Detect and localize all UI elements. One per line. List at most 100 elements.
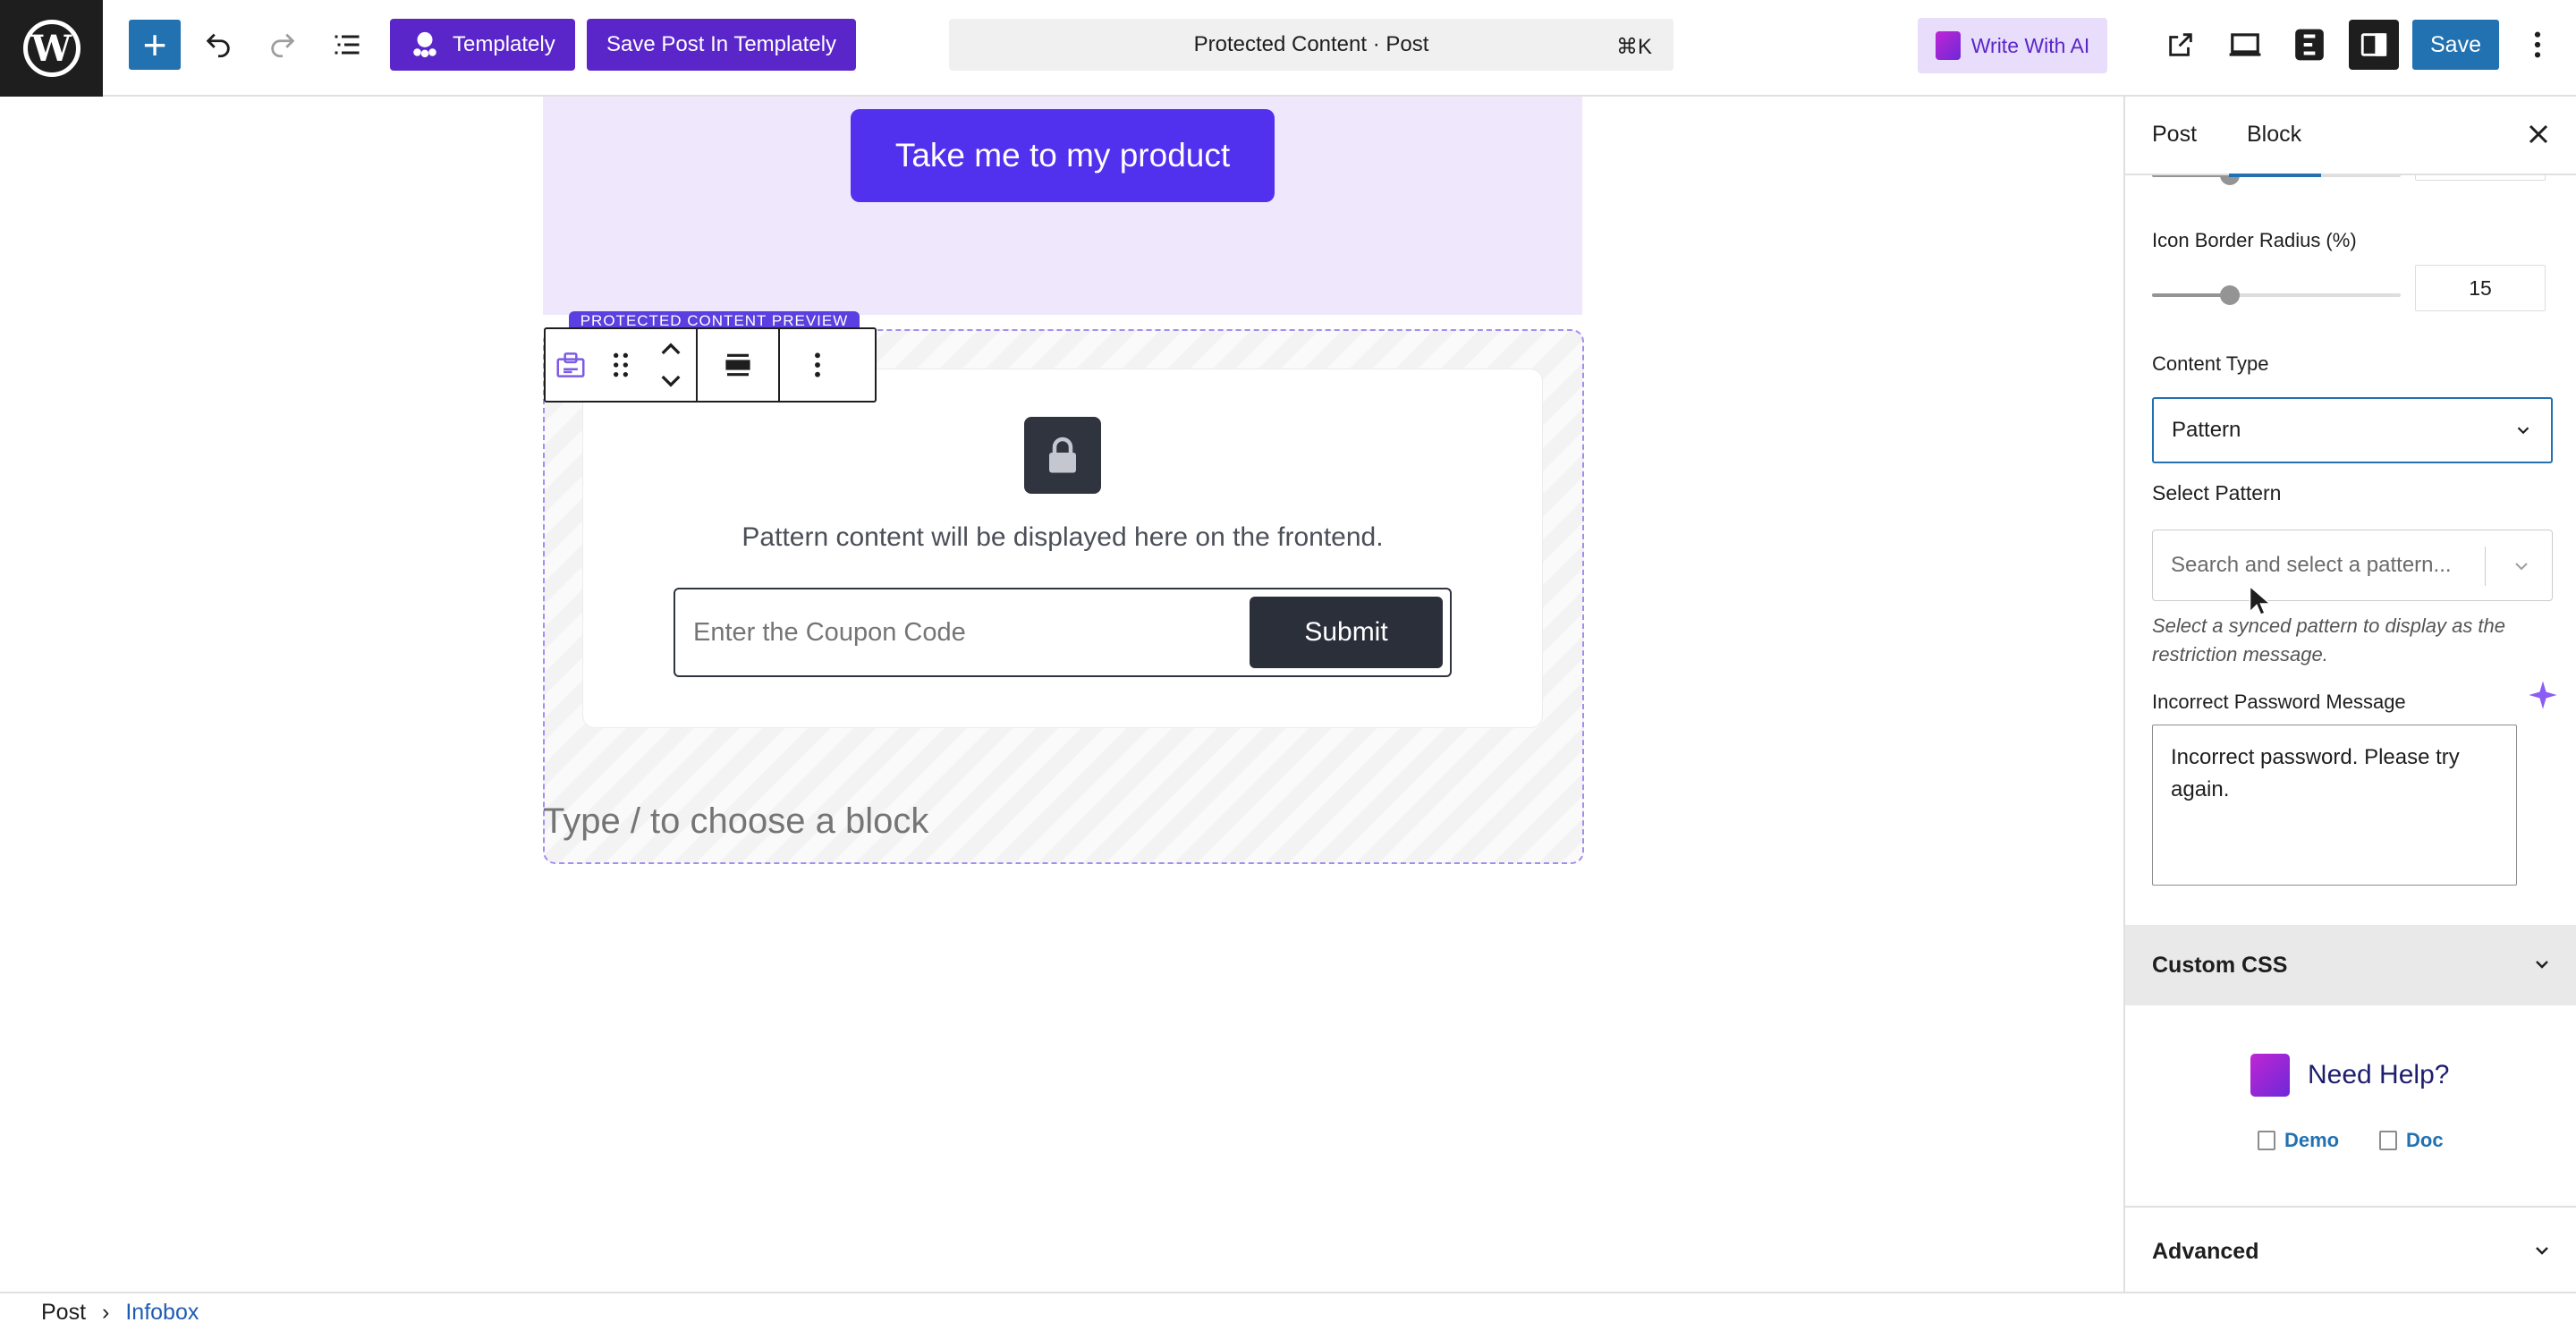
content-type-value: Pattern	[2172, 418, 2241, 442]
desktop-preview-icon	[2229, 33, 2261, 56]
save-button[interactable]: Save	[2412, 20, 2499, 70]
align-button[interactable]	[698, 329, 778, 401]
slider-fill	[2152, 293, 2229, 297]
editor-canvas[interactable]: Take me to my product PROTECTED CONTENT …	[0, 97, 2123, 1292]
close-sidebar-button[interactable]	[2522, 118, 2555, 150]
need-help-heading: Need Help?	[2250, 1054, 2449, 1097]
wordpress-logo[interactable]: W	[0, 0, 103, 97]
demo-link[interactable]: Demo	[2258, 1129, 2339, 1152]
need-help-section: Need Help? Demo Doc	[2125, 1054, 2576, 1179]
select-pattern-input[interactable]: Search and select a pattern...	[2152, 530, 2553, 601]
block-type-button[interactable]	[546, 329, 596, 401]
settings-sidebar: Post Block Icon Border Radius (%) 15 Con…	[2123, 97, 2576, 1292]
demo-label: Demo	[2284, 1129, 2340, 1151]
more-vertical-icon	[815, 352, 820, 377]
editor-top-toolbar: W + Templately Save Post In Templately P…	[0, 0, 2576, 97]
align-wide-icon	[725, 353, 750, 377]
incorrect-password-textarea[interactable]: Incorrect password. Please try again.	[2152, 725, 2517, 886]
breadcrumb-current[interactable]: Infobox	[125, 1300, 199, 1326]
list-view-icon	[335, 35, 360, 55]
templately-label: Templately	[453, 32, 555, 56]
advanced-panel-toggle[interactable]: Advanced	[2125, 1211, 2576, 1292]
tab-block[interactable]: Block	[2228, 122, 2322, 177]
incorrect-password-label: Incorrect Password Message	[2152, 691, 2406, 713]
write-with-ai-label: Write With AI	[1970, 33, 2090, 57]
select-pattern-placeholder: Search and select a pattern...	[2171, 553, 2452, 577]
doc-label: Doc	[2406, 1129, 2444, 1151]
sidebar-tabs: Post Block	[2125, 97, 2576, 177]
undo-icon	[206, 33, 230, 58]
product-cta-button[interactable]: Take me to my product	[851, 109, 1275, 202]
command-palette-bar[interactable]: Protected Content · Post ⌘K	[949, 19, 1674, 71]
block-options-button[interactable]	[780, 329, 855, 401]
coupon-submit-button[interactable]: Submit	[1250, 597, 1443, 668]
coupon-form: Enter the Coupon Code Submit	[674, 588, 1452, 677]
content-type-select[interactable]: Pattern	[2152, 397, 2553, 463]
lock-icon-box	[1024, 417, 1101, 494]
view-post-button[interactable]	[2156, 20, 2206, 70]
templately-button[interactable]: Templately	[390, 19, 575, 71]
chevron-down-icon	[2515, 563, 2528, 571]
essential-blocks-button[interactable]	[2284, 20, 2334, 70]
move-block-buttons[interactable]	[646, 329, 696, 401]
document-title: Protected Content · Post	[1193, 32, 1429, 56]
breadcrumb-separator: ›	[102, 1299, 110, 1325]
command-shortcut: ⌘K	[1615, 35, 1652, 59]
block-appender-placeholder[interactable]: Type / to choose a block	[543, 801, 928, 842]
drag-handle[interactable]	[596, 329, 646, 401]
sidebar-settings-icon	[2360, 33, 2387, 56]
close-icon	[2529, 124, 2548, 144]
ai-logo-icon	[1935, 31, 1961, 60]
save-in-templately-label: Save Post In Templately	[606, 32, 837, 56]
essential-blocks-icon	[2295, 29, 2324, 61]
need-help-title: Need Help?	[2308, 1060, 2450, 1089]
custom-css-panel-toggle[interactable]: Custom CSS	[2125, 925, 2576, 1005]
preview-device-button[interactable]	[2220, 20, 2270, 70]
content-type-label: Content Type	[2152, 352, 2269, 375]
redo-button[interactable]	[258, 20, 308, 70]
templately-icon	[413, 31, 436, 58]
move-up-down-icon	[661, 343, 681, 387]
redo-icon	[271, 33, 295, 58]
icon-border-radius-slider[interactable]	[2152, 285, 2401, 305]
more-options-button[interactable]	[2513, 20, 2562, 70]
doc-icon	[2379, 1131, 2397, 1150]
external-link-icon	[2169, 33, 2192, 56]
slider-knob[interactable]	[2220, 285, 2240, 305]
essential-blocks-logo	[2250, 1054, 2290, 1097]
select-pattern-help: Select a synced pattern to display as th…	[2152, 615, 2506, 666]
add-icon: +	[142, 21, 167, 68]
panel-divider	[2125, 1206, 2576, 1208]
icon-border-radius-input[interactable]: 15	[2415, 265, 2546, 311]
save-in-templately-button[interactable]: Save Post In Templately	[587, 19, 857, 71]
breadcrumb: Post › Infobox	[0, 1292, 2576, 1331]
coupon-code-input[interactable]: Enter the Coupon Code	[693, 618, 966, 648]
infobox-block-icon	[556, 352, 585, 377]
document-overview-button[interactable]	[322, 20, 372, 70]
block-toolbar-group-options	[780, 329, 855, 401]
save-label: Save	[2430, 31, 2481, 57]
demo-icon	[2258, 1131, 2275, 1150]
block-toolbar	[544, 327, 877, 403]
custom-css-label: Custom CSS	[2152, 952, 2288, 978]
lock-icon	[1049, 437, 1076, 473]
more-vertical-icon	[2534, 31, 2541, 58]
doc-link[interactable]: Doc	[2379, 1129, 2444, 1152]
settings-toggle-button[interactable]	[2349, 20, 2399, 70]
wordpress-logo-icon: W	[22, 20, 80, 77]
block-toolbar-group-align	[698, 329, 780, 401]
chevron-down-icon	[2517, 427, 2529, 435]
icon-border-radius-label: Icon Border Radius (%)	[2152, 229, 2357, 251]
chevron-down-icon	[2536, 1247, 2548, 1255]
breadcrumb-root[interactable]: Post	[41, 1300, 86, 1326]
ai-sparkle-icon[interactable]	[2528, 680, 2558, 710]
advanced-label: Advanced	[2152, 1238, 2259, 1264]
add-block-button[interactable]: +	[129, 20, 181, 70]
select-pattern-label: Select Pattern	[2152, 481, 2282, 504]
chevron-down-icon	[2536, 961, 2548, 969]
write-with-ai-button[interactable]: Write With AI	[1918, 18, 2107, 73]
select-separator	[2485, 547, 2486, 586]
tab-post[interactable]: Post	[2152, 122, 2197, 148]
undo-button[interactable]	[193, 20, 243, 70]
hero-section[interactable]: Take me to my product	[543, 97, 1582, 315]
